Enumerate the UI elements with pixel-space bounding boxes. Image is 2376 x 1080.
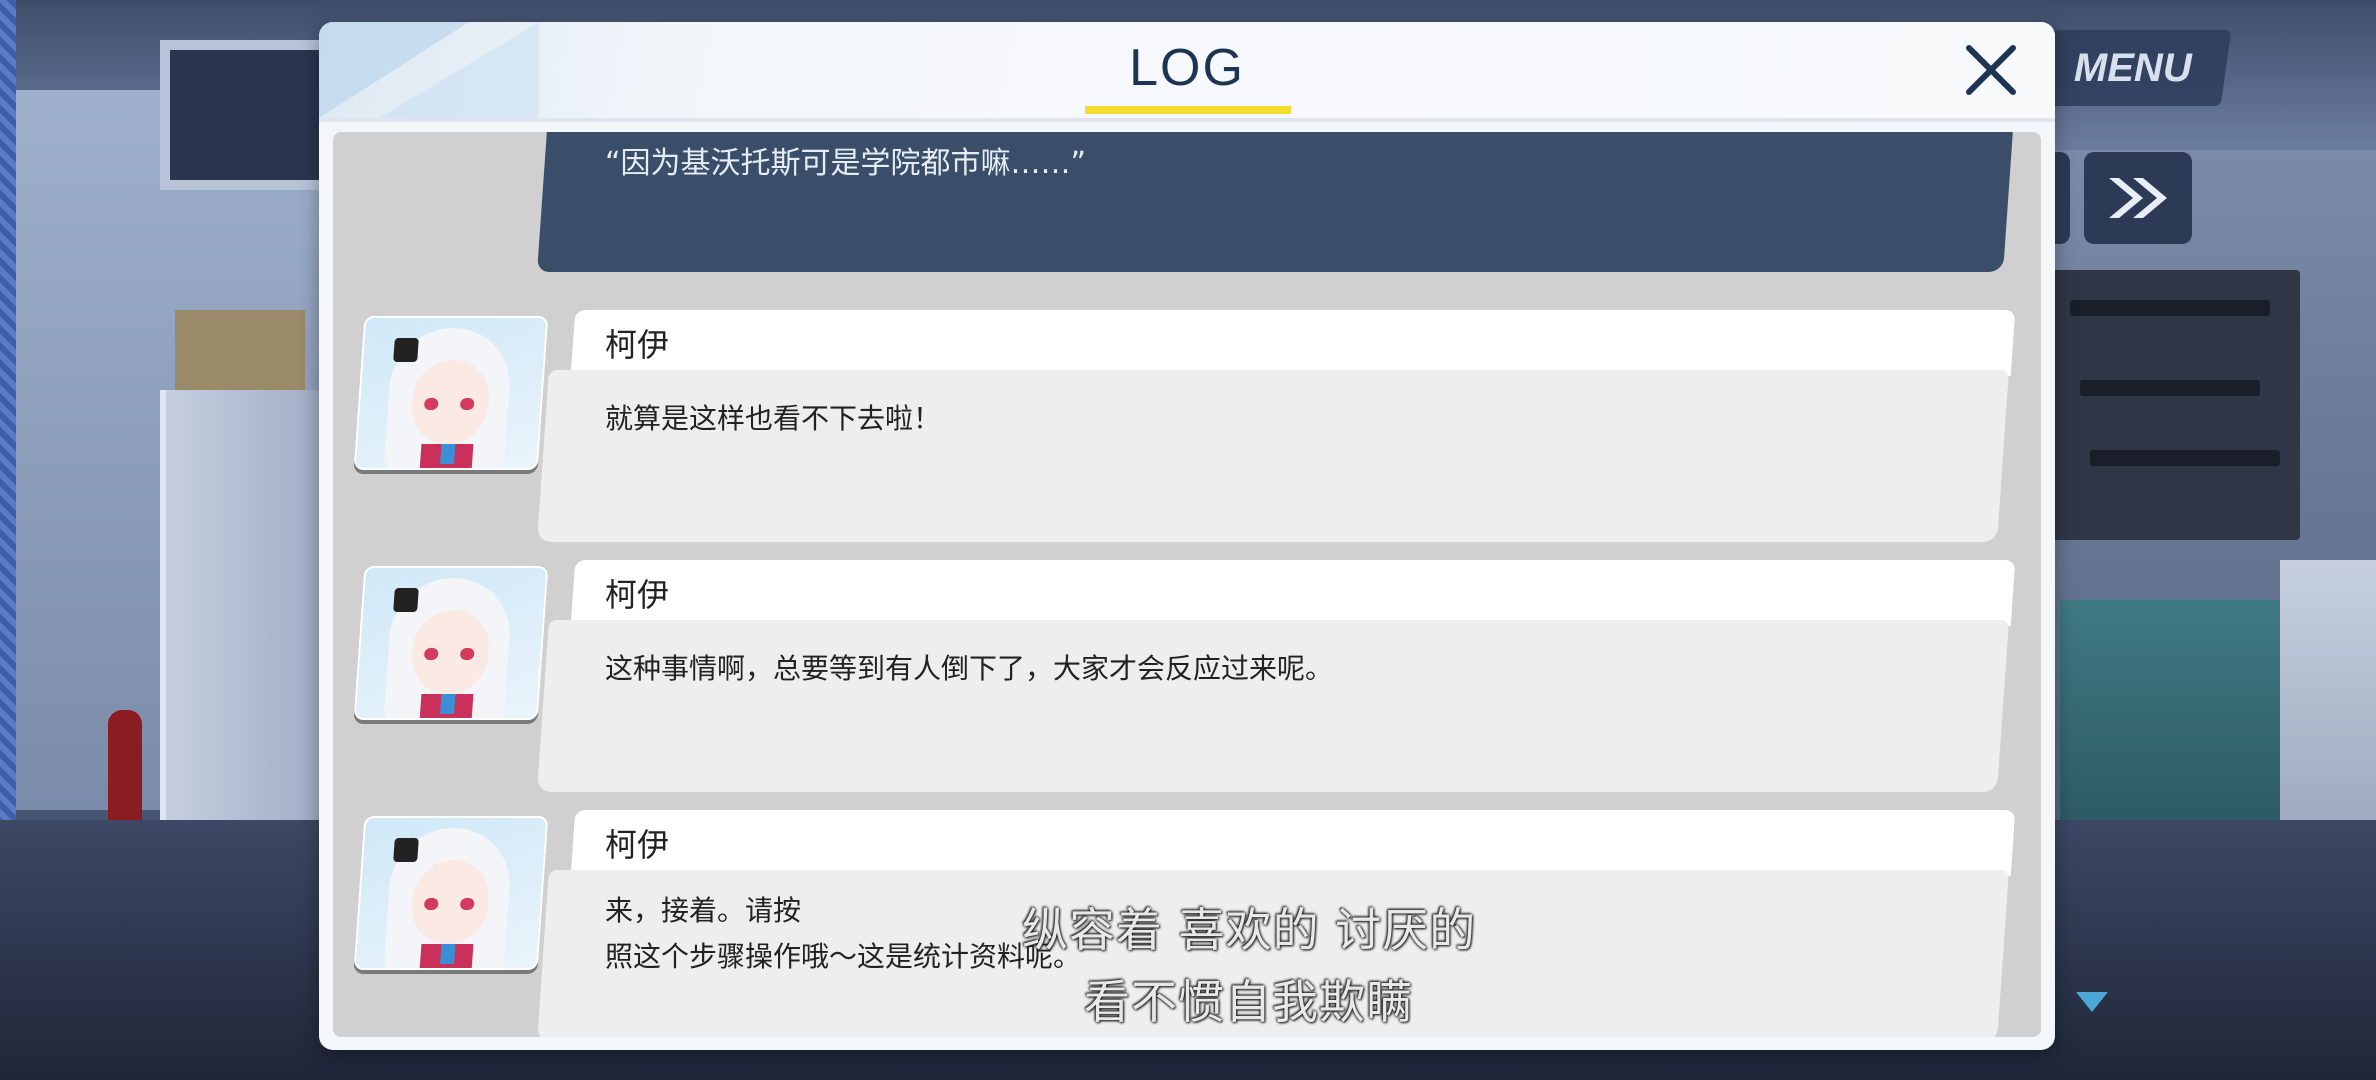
narration-text: “因为基沃托斯可是学院都市嘛……”	[605, 146, 1087, 181]
speaker-name: 柯伊	[605, 826, 670, 864]
fire-extinguisher	[108, 710, 142, 830]
refrigerator	[2280, 560, 2376, 860]
message-text: 就算是这样也看不下去啦！	[605, 402, 942, 435]
log-entry: 柯伊 就算是这样也看不下去啦！	[333, 310, 2041, 550]
speaker-name: 柯伊	[605, 326, 670, 364]
avatar	[353, 566, 549, 720]
menu-button[interactable]: MENU	[2034, 30, 2232, 106]
speaker-name-bar	[570, 310, 2016, 376]
rifle	[2070, 300, 2270, 316]
weapon-rack	[2050, 270, 2300, 540]
window	[160, 40, 340, 190]
cardboard-box	[175, 310, 305, 400]
avatar	[353, 816, 549, 970]
close-button[interactable]	[1959, 38, 2023, 102]
speaker-name-bar	[570, 810, 2016, 876]
log-entry: 柯伊 这种事情啊，总要等到有人倒下了，大家才会反应过来呢。	[333, 560, 2041, 800]
close-icon	[1966, 45, 2016, 95]
speaker-name: 柯伊	[605, 576, 670, 614]
avatar	[353, 316, 549, 470]
skip-button[interactable]	[2084, 152, 2192, 244]
header-divider	[319, 118, 2055, 122]
next-indicator-icon	[2076, 992, 2108, 1012]
speaker-name-bar	[570, 560, 2016, 626]
fast-forward-icon	[2109, 178, 2167, 218]
rifle	[2080, 380, 2260, 396]
log-header: LOG	[319, 22, 2055, 118]
subtitle-line-2: 看不惯自我欺瞒	[1084, 975, 1413, 1029]
menu-label: MENU	[2074, 45, 2192, 90]
title-underline	[1085, 106, 1291, 114]
rifle	[2090, 450, 2280, 466]
subtitle-line-1: 纵容着 喜欢的 讨厌的	[1022, 903, 1477, 957]
log-title: LOG	[1129, 39, 1245, 97]
message-text: 这种事情啊，总要等到有人倒下了，大家才会反应过来呢。	[605, 652, 1334, 685]
